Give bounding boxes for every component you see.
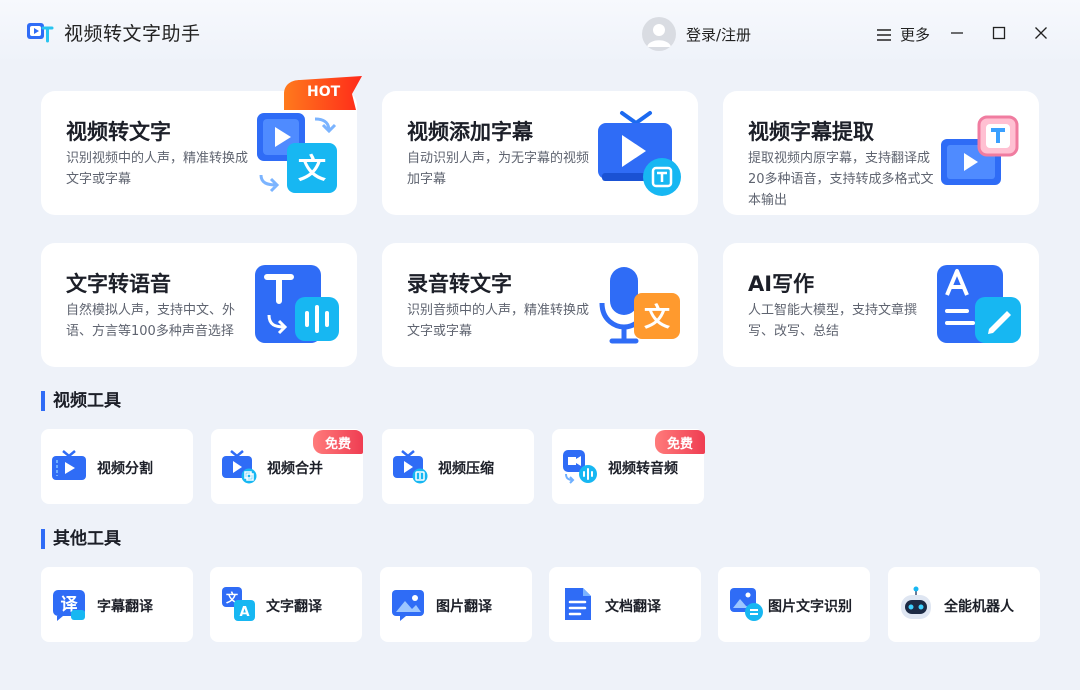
free-badge: 免费 [655, 430, 705, 454]
close-button[interactable] [1029, 22, 1053, 44]
maximize-icon [992, 26, 1006, 40]
audio-to-text-icon: 文 [599, 267, 680, 344]
ai-writing-icon [937, 265, 1021, 343]
image-ocr-icon [730, 588, 763, 621]
card-title: 视频添加字幕 [407, 120, 533, 144]
robot-icon [901, 586, 931, 619]
video-compress-icon [393, 450, 428, 484]
tool-video-split[interactable]: 视频分割 [41, 429, 193, 504]
card-desc: 识别音频中的人声，精准转换成文字或字幕 [407, 303, 590, 339]
card-desc: 自然模拟人声，支持中文、外语、方言等100多种声音选择 [66, 303, 236, 339]
user-icon [647, 24, 671, 47]
document-translate-icon [565, 588, 591, 620]
tool-image-translate[interactable]: 图片翻译 [380, 567, 532, 642]
tool-document-translate[interactable]: 文档翻译 [549, 567, 701, 642]
image-translate-icon [392, 590, 424, 621]
svg-text:文: 文 [298, 152, 326, 185]
section-title-video-tools: 视频工具 [41, 391, 121, 411]
card-title: 视频字幕提取 [748, 120, 874, 144]
text-to-speech-icon [255, 265, 339, 343]
video-to-text-icon: 文 [257, 113, 337, 193]
card-desc: 提取视频内原字幕，支持翻译成20多种语音，支持转成多格式文本输出 [748, 151, 934, 208]
svg-text:A: A [239, 605, 249, 620]
card-audio-to-text[interactable]: 录音转文字 识别音频中的人声，精准转换成文字或字幕 文 [382, 243, 698, 367]
card-title: 视频转文字 [66, 120, 171, 144]
tool-label: 视频合并 [267, 461, 323, 477]
minimize-icon [951, 32, 963, 34]
menu-icon [877, 28, 891, 41]
card-title: 文字转语音 [66, 272, 171, 296]
extract-subtitles-icon [941, 115, 1019, 185]
card-add-subtitles[interactable]: 视频添加字幕 自动识别人声，为无字幕的视频加字幕 [382, 91, 698, 215]
more-label: 更多 [900, 26, 931, 44]
tool-video-merge[interactable]: 视频合并 免费 [211, 429, 363, 504]
card-text-to-speech[interactable]: 文字转语音 自然模拟人声，支持中文、外语、方言等100多种声音选择 [41, 243, 357, 367]
tool-label: 全能机器人 [944, 599, 1014, 615]
add-subtitles-icon [598, 111, 681, 196]
card-ai-writing[interactable]: AI写作 人工智能大模型，支持文章撰写、改写、总结 [723, 243, 1039, 367]
app-title: 视频转文字助手 [64, 23, 201, 45]
tool-text-translate[interactable]: 文 A 文字翻译 [210, 567, 362, 642]
maximize-button[interactable] [987, 22, 1011, 44]
card-desc: 识别视频中的人声，精准转换成文字或字幕 [66, 151, 249, 187]
svg-text:文: 文 [644, 302, 671, 333]
title-bar: 视频转文字助手 登录/注册 更多 [0, 0, 1080, 64]
free-badge: 免费 [313, 430, 363, 454]
card-desc: 人工智能大模型，支持文章撰写、改写、总结 [748, 303, 918, 339]
tool-label: 图片翻译 [436, 599, 492, 615]
login-register-link[interactable]: 登录/注册 [686, 24, 751, 45]
video-to-audio-icon [563, 450, 597, 484]
text-translate-icon: 文 A [222, 587, 255, 621]
tool-label: 图片文字识别 [768, 599, 852, 615]
tool-video-compress[interactable]: 视频压缩 [382, 429, 534, 504]
video-merge-icon [222, 450, 257, 484]
section-title-other-tools: 其他工具 [41, 529, 121, 549]
minimize-button[interactable] [945, 22, 969, 44]
tool-image-ocr[interactable]: 图片文字识别 [718, 567, 870, 642]
tool-label: 字幕翻译 [97, 599, 153, 615]
card-extract-subtitles[interactable]: 视频字幕提取 提取视频内原字幕，支持翻译成20多种语音，支持转成多格式文本输出 [723, 91, 1039, 215]
tool-label: 视频转音频 [608, 461, 678, 477]
tool-label: 视频压缩 [438, 461, 494, 477]
app-logo-icon [27, 23, 54, 43]
card-title: 录音转文字 [407, 272, 512, 296]
video-split-icon [52, 450, 86, 480]
avatar[interactable] [642, 17, 676, 51]
subtitle-translate-icon: 译 [53, 590, 85, 621]
close-icon [1035, 27, 1047, 39]
tool-ai-robot[interactable]: 全能机器人 [888, 567, 1040, 642]
hot-badge: HOT [307, 84, 341, 100]
tool-label: 文档翻译 [605, 599, 661, 615]
tool-label: 视频分割 [97, 461, 153, 477]
more-menu-button[interactable]: 更多 [876, 24, 930, 45]
tool-video-to-audio[interactable]: 视频转音频 免费 [552, 429, 705, 504]
card-title: AI写作 [748, 272, 815, 296]
tool-subtitle-translate[interactable]: 译 字幕翻译 [41, 567, 193, 642]
tool-label: 文字翻译 [266, 599, 322, 615]
card-desc: 自动识别人声，为无字幕的视频加字幕 [407, 151, 590, 187]
